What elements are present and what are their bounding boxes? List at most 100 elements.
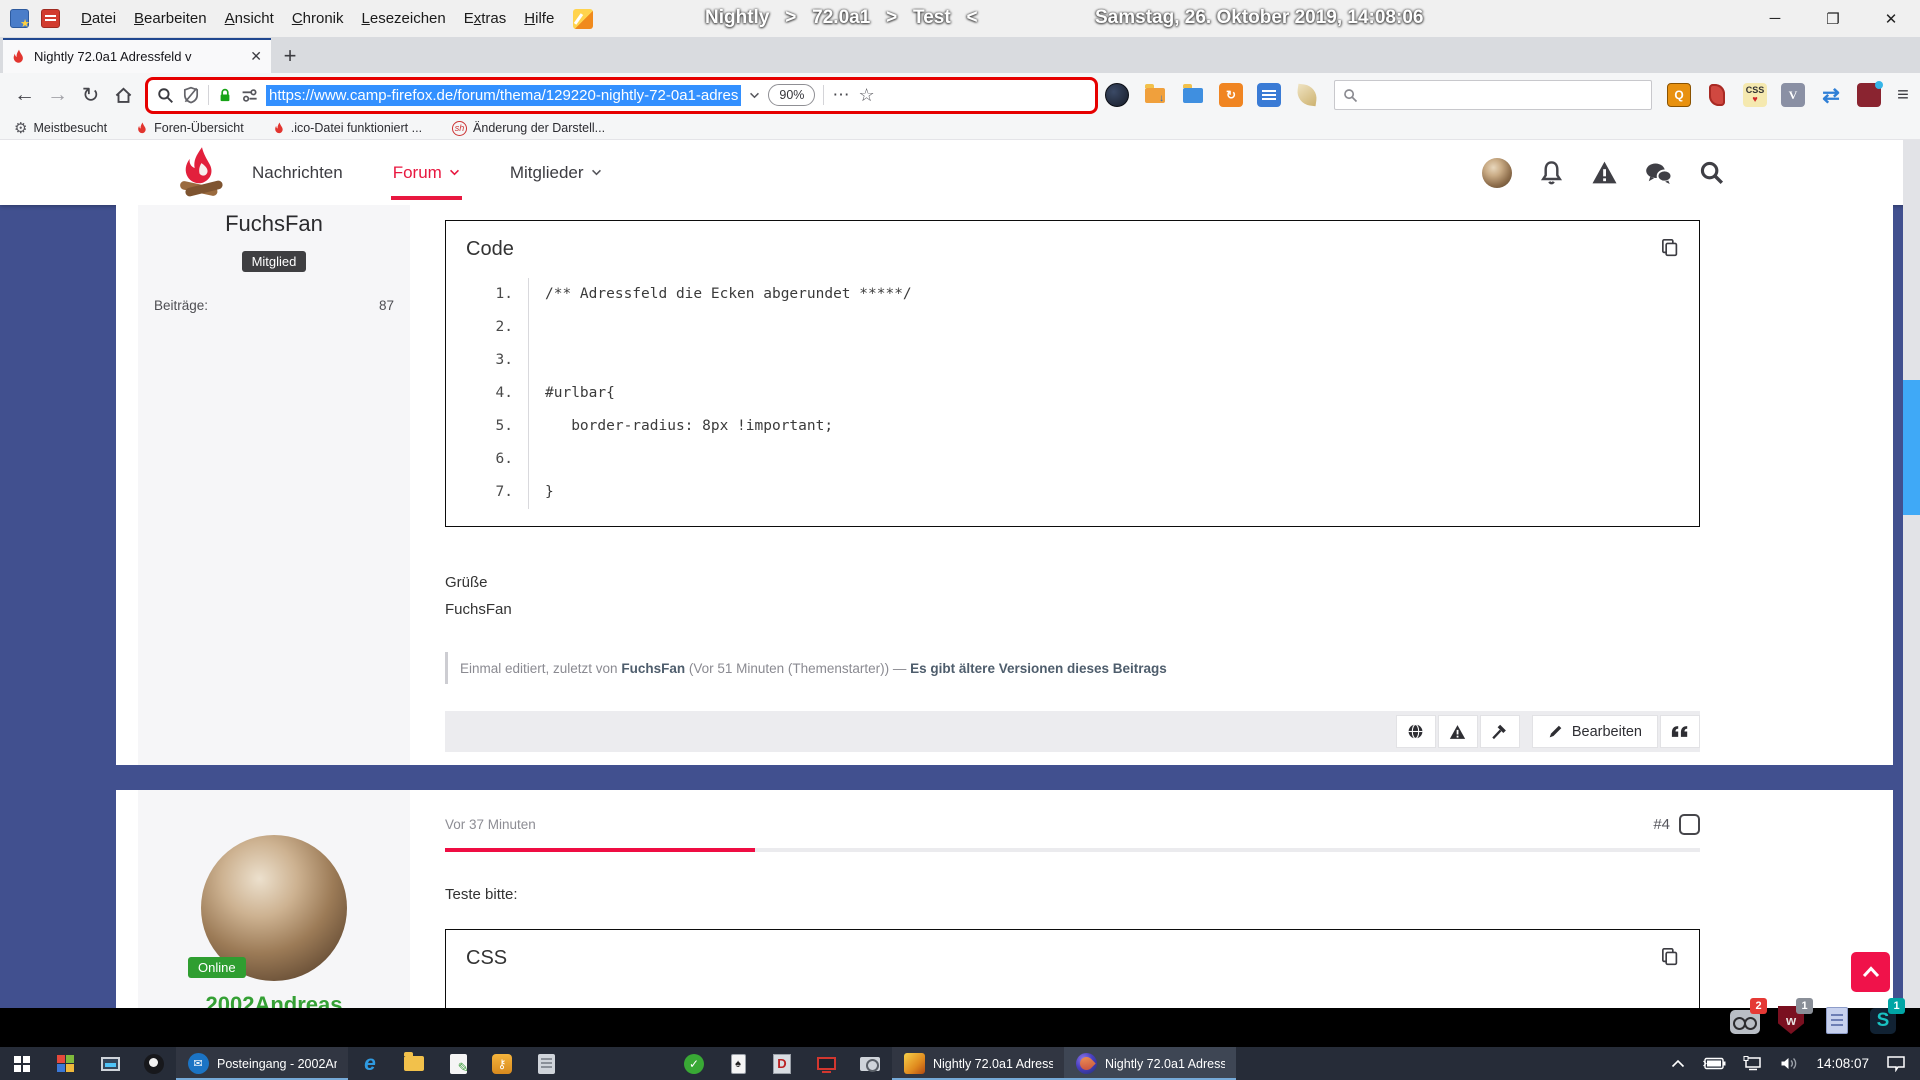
bookmark-star-icon[interactable]: ☆ (858, 85, 874, 106)
menu-hilfe[interactable]: Hilfe (515, 10, 563, 27)
taskbar-monitor-chart-icon[interactable] (88, 1047, 132, 1080)
zoom-level-button[interactable]: 90% (768, 84, 815, 106)
ext-list-icon[interactable] (1254, 80, 1284, 110)
back-button[interactable]: ← (8, 79, 41, 112)
menu-bearbeiten[interactable]: Bearbeiten (125, 10, 216, 27)
speaker-icon[interactable] (1780, 1056, 1799, 1071)
post-select-checkbox[interactable] (1679, 814, 1700, 835)
nav-forum[interactable]: Forum (393, 140, 460, 205)
taskbar-notes-icon[interactable] (524, 1047, 568, 1080)
user-avatar[interactable] (1482, 158, 1512, 188)
tab-close-icon[interactable]: ✕ (250, 48, 262, 65)
app-menu-icon[interactable]: ≡ (1888, 84, 1918, 107)
taskbar-d-icon[interactable]: D (760, 1047, 804, 1080)
ext-blue-folder-icon[interactable] (1178, 80, 1208, 110)
task-thunderbird[interactable]: ✉ Posteingang - 2002An... (176, 1047, 348, 1080)
ext-image-search-icon[interactable]: Q (1664, 80, 1694, 110)
search-bar[interactable] (1334, 80, 1652, 110)
menu-lesezeichen[interactable]: Lesezeichen (353, 10, 455, 27)
action-center-icon[interactable] (1886, 1055, 1906, 1072)
marker-pencil-icon[interactable] (573, 9, 593, 29)
page-scrollbar[interactable] (1903, 140, 1920, 1008)
nav-mitglieder[interactable]: Mitglieder (510, 140, 602, 205)
ext-css-sticker-icon[interactable]: CSS♥ (1740, 80, 1770, 110)
bookmark-aenderung[interactable]: sh Änderung der Darstell... (452, 121, 605, 136)
ext-blocks-icon[interactable] (1854, 80, 1884, 110)
notifications-bell-icon[interactable] (1539, 160, 1564, 186)
home-button[interactable] (107, 79, 140, 112)
skype-tray-icon[interactable]: S 1 (1868, 1002, 1898, 1034)
shield-tray-icon[interactable]: w 1 (1776, 1002, 1806, 1034)
https-lock-icon[interactable] (217, 87, 233, 104)
url-input[interactable]: https://www.camp-firefox.de/forum/thema/… (266, 85, 741, 106)
page-actions-icon[interactable]: ⋯ (832, 85, 850, 105)
quote-button[interactable] (1660, 715, 1700, 748)
camera-tray-icon[interactable]: 2 (1730, 1002, 1760, 1034)
task-firefox-nightly[interactable]: Nightly 72.0a1 Adress... (1064, 1047, 1236, 1080)
menu-chronik[interactable]: Chronik (283, 10, 353, 27)
ext-globe-icon[interactable] (1102, 80, 1132, 110)
moderation-warning-icon[interactable] (1591, 160, 1618, 185)
menu-ansicht[interactable]: Ansicht (216, 10, 283, 27)
taskbar-solitaire-icon[interactable]: ♠ (716, 1047, 760, 1080)
url-bar[interactable]: https://www.camp-firefox.de/forum/thema/… (145, 77, 1098, 114)
campfire-logo[interactable] (176, 146, 228, 200)
scrollbar-thumb[interactable] (1903, 380, 1920, 515)
edit-button[interactable]: Bearbeiten (1532, 715, 1658, 748)
taskbar-colorcube-icon[interactable] (44, 1047, 88, 1080)
copy-icon[interactable] (1660, 947, 1679, 966)
ext-downloads-folder-icon[interactable] (1140, 80, 1170, 110)
active-tab[interactable]: Nightly 72.0a1 Adressfeld v ✕ (3, 38, 271, 73)
restore-button[interactable]: ❐ (1804, 0, 1862, 37)
start-button[interactable] (0, 1047, 44, 1080)
ext-stylish-scroll-icon[interactable] (1702, 80, 1732, 110)
ext-v-icon[interactable]: V (1778, 80, 1808, 110)
reload-button[interactable]: ↻ (74, 79, 107, 112)
code-lines[interactable]: 1./** Adressfeld die Ecken abgerundet **… (466, 278, 1679, 509)
ext-sync-orange-icon[interactable]: ↻ (1216, 80, 1246, 110)
ext-sync-arrows-icon[interactable]: ⇄ (1816, 80, 1846, 110)
task-irfanview[interactable]: Nightly 72.0a1 Adress... (892, 1047, 1064, 1080)
bookmark-ico-datei[interactable]: .ico-Datei funktioniert ... (274, 121, 422, 135)
minimize-button[interactable]: ─ (1746, 0, 1804, 37)
scroll-to-top-button[interactable] (1851, 952, 1890, 992)
report-button[interactable] (1438, 715, 1478, 748)
tray-chevron-up-icon[interactable] (1671, 1059, 1685, 1068)
document-tray-icon[interactable] (1822, 1002, 1852, 1034)
edit-note-author-link[interactable]: FuchsFan (621, 661, 685, 676)
taskbar-greencheck-icon[interactable]: ✓ (672, 1047, 716, 1080)
copy-icon[interactable] (1660, 238, 1679, 257)
author-name[interactable]: 2002Andreas (138, 992, 410, 1008)
ext-feather-icon[interactable] (1292, 80, 1322, 110)
taskbar-keepass-icon[interactable]: ⚷ (480, 1047, 524, 1080)
post-timestamp[interactable]: Vor 37 Minuten (445, 817, 1700, 832)
gavel-icon (1491, 723, 1508, 740)
taskbar-edge-icon[interactable]: e (348, 1047, 392, 1080)
moderation-button[interactable] (1480, 715, 1520, 748)
taskbar-redmonitor-icon[interactable] (804, 1047, 848, 1080)
close-button[interactable]: ✕ (1862, 0, 1920, 37)
forward-button[interactable]: → (41, 79, 74, 112)
menu-extras[interactable]: Extras (455, 10, 516, 27)
taskbar-explorer-icon[interactable] (392, 1047, 436, 1080)
conversations-chat-icon[interactable] (1645, 161, 1672, 185)
new-tab-button[interactable]: + (271, 38, 309, 73)
author-name[interactable]: FuchsFan (138, 211, 410, 237)
taskbar-camera-icon[interactable] (848, 1047, 892, 1080)
nav-nachrichten[interactable]: Nachrichten (252, 140, 343, 205)
network-icon[interactable] (1743, 1056, 1763, 1071)
taskbar-clock[interactable]: 14:08:07 (1816, 1056, 1869, 1071)
site-search-icon[interactable] (1699, 160, 1724, 185)
bookmark-foren-uebersicht[interactable]: Foren-Übersicht (137, 121, 244, 135)
post-number[interactable]: #4 (1653, 816, 1670, 833)
battery-icon[interactable] (1702, 1057, 1726, 1070)
urlbar-dropdown-chevron-icon[interactable] (749, 92, 760, 99)
older-versions-link[interactable]: Es gibt ältere Versionen dieses Beitrags (910, 661, 1167, 676)
permissions-icon[interactable] (241, 88, 258, 103)
menu-datei[interactable]: Datei (72, 10, 125, 27)
tracking-shield-disabled-icon[interactable] (182, 86, 200, 104)
taskbar-notepad-icon[interactable] (436, 1047, 480, 1080)
share-globe-button[interactable] (1396, 715, 1436, 748)
taskbar-photos-icon[interactable] (132, 1047, 176, 1080)
bookmark-meistbesucht[interactable]: ⚙ Meistbesucht (14, 119, 107, 137)
